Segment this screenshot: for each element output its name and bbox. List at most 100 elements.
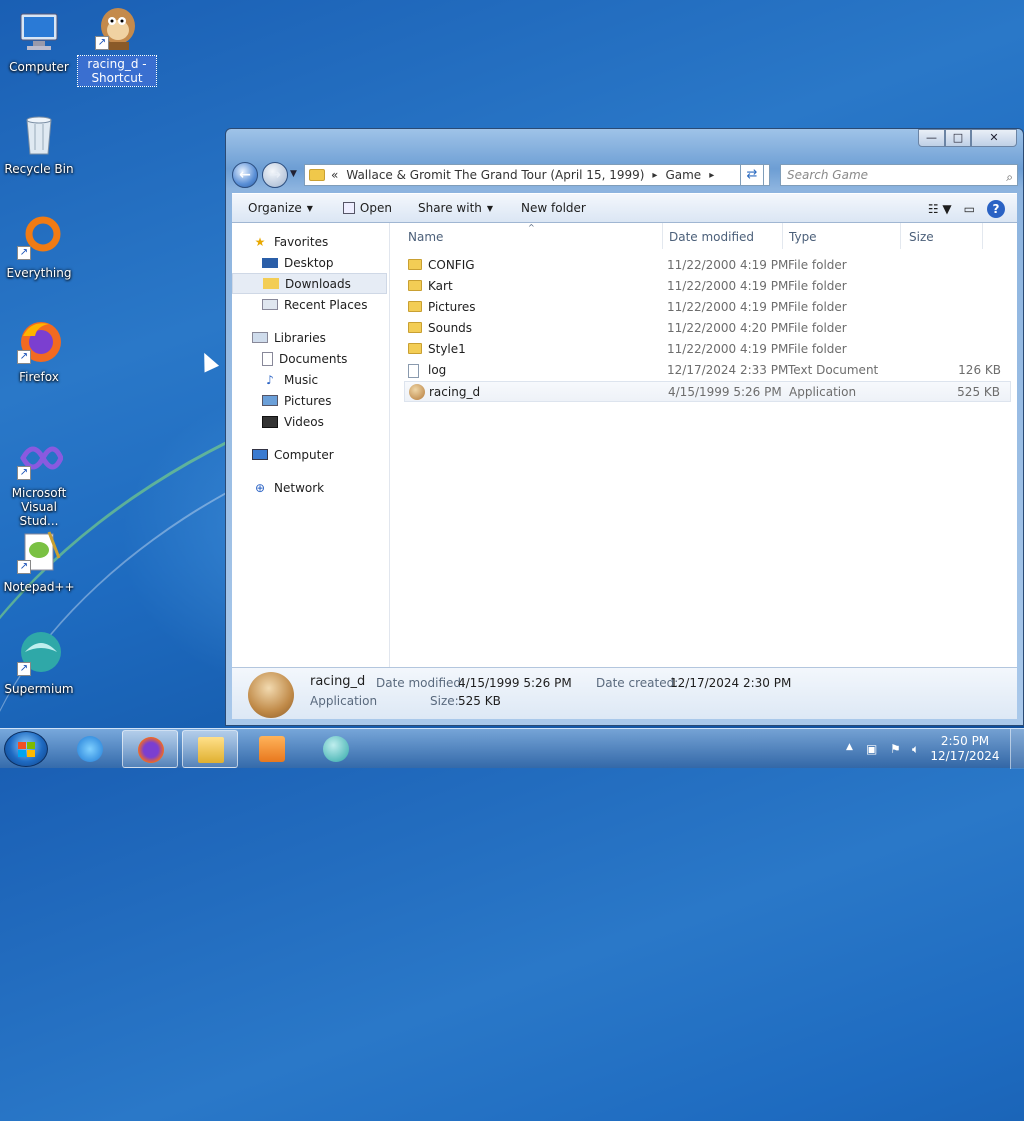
navigation-pane: ★ Favorites Desktop Downloads Recent Pla… bbox=[232, 223, 390, 667]
shortcut-arrow-icon: ↗ bbox=[17, 466, 31, 480]
file-row[interactable]: Pictures 11/22/2000 4:19 PM File folder bbox=[404, 297, 1011, 318]
taskbar-firefox[interactable] bbox=[122, 730, 178, 768]
maximize-button[interactable]: □ bbox=[945, 129, 971, 147]
file-name: CONFIG bbox=[428, 258, 475, 272]
file-row[interactable]: racing_d 4/15/1999 5:26 PM Application 525 … bbox=[404, 381, 1011, 402]
file-date-modified: 12/17/2024 2:33 PM bbox=[667, 363, 789, 377]
window-controls: — □ ✕ bbox=[918, 129, 1017, 147]
new-folder-button[interactable]: New folder bbox=[517, 201, 590, 215]
show-hidden-icons-icon[interactable]: ▲ bbox=[846, 742, 853, 752]
file-row[interactable]: Style1 11/22/2000 4:19 PM File folder bbox=[404, 339, 1011, 360]
recent-pages-dropdown-icon[interactable]: ▼ bbox=[290, 169, 297, 179]
visual-studio-icon: ↗ bbox=[15, 434, 64, 482]
address-bar[interactable]: « Wallace & Gromit The Grand Tour (April… bbox=[304, 164, 770, 186]
shortcut-arrow-icon: ↗ bbox=[17, 350, 31, 364]
file-size: 126 KB bbox=[958, 363, 1001, 377]
clock[interactable]: 2:50 PM 12/17/2024 bbox=[930, 734, 1000, 764]
computer-icon bbox=[15, 8, 63, 56]
documents-icon bbox=[262, 351, 273, 366]
minimize-button[interactable]: — bbox=[918, 129, 945, 147]
nav-label: Network bbox=[274, 480, 325, 495]
organize-button[interactable]: Organize ▼ bbox=[244, 201, 317, 215]
file-type: Application bbox=[789, 385, 857, 399]
nav-music[interactable]: ♪ Music bbox=[232, 369, 389, 390]
desktop-icon-supermium[interactable]: ↗ Supermium bbox=[0, 630, 78, 696]
nav-favorites[interactable]: ★ Favorites bbox=[232, 231, 389, 252]
nav-network[interactable]: ⊕ Network bbox=[232, 477, 389, 498]
search-icon[interactable]: ⌕ bbox=[1006, 167, 1013, 187]
close-button[interactable]: ✕ bbox=[971, 129, 1017, 147]
show-desktop-button[interactable] bbox=[1010, 729, 1024, 769]
column-size[interactable]: Size bbox=[909, 230, 934, 244]
firefox-icon: ↗ bbox=[15, 318, 63, 366]
nav-downloads[interactable]: Downloads bbox=[232, 273, 387, 294]
preview-pane-icon[interactable]: ▭ bbox=[964, 202, 975, 216]
search-input[interactable]: Search Game ⌕ bbox=[780, 164, 1018, 186]
desktop-icon-notepadpp[interactable]: ↗ Notepad++ bbox=[0, 528, 78, 594]
nav-label: Favorites bbox=[274, 234, 329, 249]
desktop-icon-label: Firefox bbox=[19, 370, 59, 384]
command-bar: Organize ▼ Open Share with ▼ New folder … bbox=[232, 193, 1017, 223]
desktop-icon-firefox[interactable]: ↗ Firefox bbox=[0, 318, 78, 384]
star-icon: ★ bbox=[254, 234, 266, 249]
column-header: Name ^ Date modified Type Size bbox=[390, 223, 1017, 251]
nav-label: Computer bbox=[274, 447, 334, 462]
downloads-folder-icon bbox=[263, 278, 279, 289]
nav-videos[interactable]: Videos bbox=[232, 411, 389, 432]
nav-label: Videos bbox=[284, 414, 324, 429]
nav-label: Desktop bbox=[284, 255, 334, 270]
open-button[interactable]: Open bbox=[339, 201, 396, 215]
nav-desktop[interactable]: Desktop bbox=[232, 252, 389, 273]
file-date-modified: 4/15/1999 5:26 PM bbox=[668, 385, 782, 399]
change-view-icon[interactable]: ☷ ▼ bbox=[928, 202, 952, 216]
nav-computer[interactable]: Computer bbox=[232, 444, 389, 465]
column-date-modified[interactable]: Date modified bbox=[669, 230, 754, 244]
help-icon[interactable]: ? bbox=[987, 200, 1005, 218]
share-with-label: Share with bbox=[417, 201, 482, 215]
volume-icon[interactable]: 🔈︎ bbox=[912, 742, 919, 757]
start-button[interactable] bbox=[4, 731, 48, 767]
desktop-icon-recycle-bin[interactable]: Recycle Bin bbox=[0, 110, 78, 176]
taskbar-ie[interactable] bbox=[62, 730, 118, 768]
share-with-button[interactable]: Share with ▼ bbox=[414, 201, 497, 215]
network-status-icon[interactable]: ▣ bbox=[866, 742, 877, 756]
back-button[interactable]: ← bbox=[232, 162, 258, 188]
taskbar-explorer[interactable] bbox=[182, 730, 238, 768]
taskbar-supermium[interactable] bbox=[308, 730, 364, 768]
column-type[interactable]: Type bbox=[789, 230, 817, 244]
recent-places-icon bbox=[262, 299, 278, 310]
explorer-content: ★ Favorites Desktop Downloads Recent Pla… bbox=[232, 223, 1017, 667]
desktop-icon-computer[interactable]: Computer bbox=[0, 8, 78, 74]
breadcrumb-separator-icon[interactable]: ▸ bbox=[709, 170, 714, 181]
desktop-icon-label: Everything bbox=[6, 266, 72, 280]
desktop-icon-everything[interactable]: ↗ Everything bbox=[0, 214, 78, 280]
breadcrumb-item[interactable]: Wallace & Gromit The Grand Tour (April 1… bbox=[346, 168, 644, 182]
file-row[interactable]: log 12/17/2024 2:33 PM Text Document 126 KB bbox=[404, 360, 1011, 381]
nav-pictures[interactable]: Pictures bbox=[232, 390, 389, 411]
nav-documents[interactable]: Documents bbox=[232, 348, 389, 369]
breadcrumb-item[interactable]: Game bbox=[665, 168, 701, 182]
desktop-icon-racing-shortcut[interactable]: ↗ racing_d - Shortcut bbox=[77, 4, 157, 87]
column-name[interactable]: Name bbox=[408, 230, 443, 244]
address-overflow-chevron[interactable]: « bbox=[331, 168, 338, 182]
details-name: racing_d bbox=[310, 674, 366, 689]
details-date-modified: 4/15/1999 5:26 PM bbox=[458, 676, 572, 690]
forward-button[interactable]: → bbox=[262, 162, 288, 188]
taskbar: ▲ ▣ ⚑ 🔈︎ 2:50 PM 12/17/2024 bbox=[0, 728, 1024, 769]
file-type: File folder bbox=[788, 321, 847, 335]
refresh-button[interactable]: ⇄ bbox=[740, 164, 764, 186]
file-row[interactable]: Kart 11/22/2000 4:19 PM File folder bbox=[404, 276, 1011, 297]
search-placeholder: Search Game bbox=[787, 168, 869, 182]
wallace-app-icon: ↗ bbox=[93, 4, 141, 52]
breadcrumb-separator-icon[interactable]: ▸ bbox=[652, 170, 657, 181]
file-date-modified: 11/22/2000 4:19 PM bbox=[667, 300, 789, 314]
explorer-window: — □ ✕ ← → ▼ « Wallace & Gromit The Grand… bbox=[225, 128, 1024, 726]
taskbar-media-player[interactable] bbox=[244, 730, 300, 768]
action-center-flag-icon[interactable]: ⚑ bbox=[890, 742, 901, 756]
file-row[interactable]: CONFIG 11/22/2000 4:19 PM File folder bbox=[404, 255, 1011, 276]
nav-recent-places[interactable]: Recent Places bbox=[232, 294, 389, 315]
desktop-icon-visual-studio[interactable]: ↗ Microsoft Visual Stud... bbox=[0, 434, 78, 528]
nav-libraries[interactable]: Libraries bbox=[232, 327, 389, 348]
desktop-icon bbox=[262, 257, 278, 268]
file-row[interactable]: Sounds 11/22/2000 4:20 PM File folder bbox=[404, 318, 1011, 339]
